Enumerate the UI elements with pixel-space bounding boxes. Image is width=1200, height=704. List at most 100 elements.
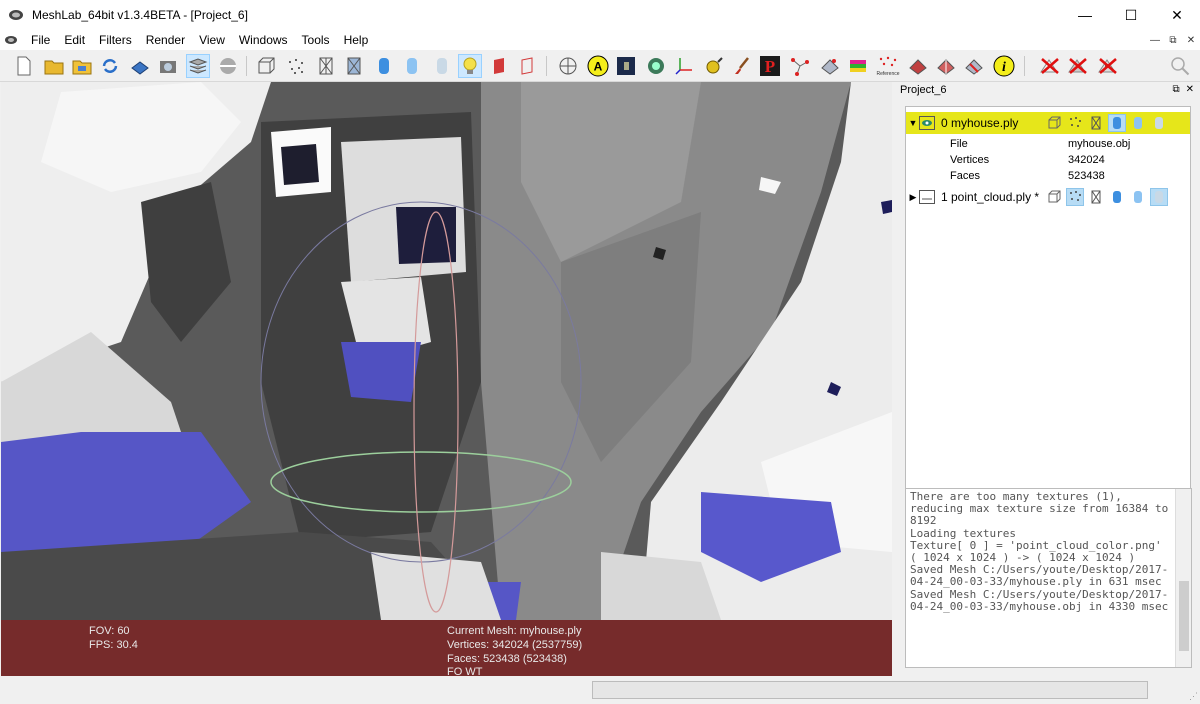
- prop-vertices-value: 342024: [1068, 154, 1105, 166]
- faces-label: Faces: 523438 (523438): [447, 653, 567, 665]
- info-overlay: FOV: 60 FPS: 30.4 Current Mesh: myhouse.…: [1, 620, 892, 676]
- points-icon[interactable]: [284, 54, 308, 78]
- measure-icon[interactable]: [702, 54, 726, 78]
- mdi-close-button[interactable]: ✕: [1184, 35, 1198, 46]
- menu-render[interactable]: Render: [139, 33, 192, 47]
- fps-label: FPS: 30.4: [89, 639, 138, 651]
- maximize-button[interactable]: ☐: [1108, 0, 1154, 30]
- render-icon[interactable]: [614, 54, 638, 78]
- menu-filters[interactable]: Filters: [92, 33, 139, 47]
- collapse-arrow-icon[interactable]: ▼: [907, 118, 919, 128]
- layer-row-point-cloud[interactable]: ▶ 1 point_cloud.ply *: [906, 186, 1190, 208]
- info-icon[interactable]: i: [992, 54, 1016, 78]
- transform-icon[interactable]: [818, 54, 842, 78]
- hidden-lines-icon[interactable]: [342, 54, 366, 78]
- panel-float-button[interactable]: ⧉: [1172, 84, 1179, 95]
- project-panel: Project_6 ⧉ ✕ ▼ 0 myhouse.ply File myhou…: [896, 82, 1200, 676]
- status-bar: ⋰: [0, 676, 1200, 704]
- extra-label: FO WT: [447, 666, 483, 676]
- pickpoint-glyph: P: [765, 57, 775, 76]
- layer-row-myhouse[interactable]: ▼ 0 myhouse.ply: [906, 112, 1190, 134]
- vertices-label: Vertices: 342024 (2537759): [447, 639, 583, 651]
- title-bar: MeshLab_64bit v1.3.4BETA - [Project_6] —…: [0, 0, 1200, 30]
- menu-edit[interactable]: Edit: [57, 33, 92, 47]
- prop-file-key: File: [950, 138, 968, 150]
- reference-label: Reference: [876, 71, 899, 77]
- reference-icon[interactable]: Reference: [876, 54, 900, 78]
- align-icon[interactable]: [788, 54, 812, 78]
- backface-icon[interactable]: [488, 54, 512, 78]
- panel-close-button[interactable]: ✕: [1186, 84, 1194, 95]
- prop-faces-key: Faces: [950, 170, 980, 182]
- layer-name: 1 point_cloud.ply *: [941, 190, 1040, 204]
- raster-icon[interactable]: [216, 54, 240, 78]
- menu-tools[interactable]: Tools: [295, 33, 337, 47]
- menu-file[interactable]: File: [24, 33, 57, 47]
- pickpoint-icon[interactable]: P: [758, 54, 782, 78]
- menu-view[interactable]: View: [192, 33, 232, 47]
- layers-icon[interactable]: [186, 54, 210, 78]
- color-icon[interactable]: [846, 54, 870, 78]
- 3d-viewport[interactable]: FOV: 60 FPS: 30.4 Current Mesh: myhouse.…: [1, 82, 892, 676]
- info-glyph: i: [1002, 60, 1006, 75]
- minimize-button[interactable]: —: [1062, 0, 1108, 30]
- visibility-eye-icon[interactable]: [919, 116, 935, 130]
- window-title: MeshLab_64bit v1.3.4BETA - [Project_6]: [32, 8, 248, 22]
- log-text: There are too many textures (1), reducin…: [910, 490, 1169, 613]
- open-icon[interactable]: [42, 54, 66, 78]
- prop-vertices-key: Vertices: [950, 154, 990, 166]
- trackball-icon[interactable]: [556, 54, 580, 78]
- menu-help[interactable]: Help: [337, 33, 376, 47]
- flat-toggle-icon[interactable]: [1108, 114, 1126, 132]
- smooth-shading-icon[interactable]: [400, 54, 424, 78]
- delete-both-icon[interactable]: [1096, 54, 1120, 78]
- save-icon[interactable]: [128, 54, 152, 78]
- points-toggle-icon[interactable]: [1066, 114, 1084, 132]
- texture-icon[interactable]: [430, 54, 454, 78]
- delete-vertices-icon[interactable]: [1038, 54, 1062, 78]
- search-icon[interactable]: [1168, 54, 1192, 78]
- log-vscrollbar[interactable]: [1175, 489, 1191, 667]
- new-icon[interactable]: [12, 54, 36, 78]
- paint-icon[interactable]: [730, 54, 754, 78]
- bbox-toggle-icon[interactable]: [1045, 188, 1063, 206]
- panel-title: Project_6: [900, 84, 947, 96]
- wire-toggle-icon[interactable]: [1087, 188, 1105, 206]
- mdi-minimize-button[interactable]: —: [1148, 35, 1162, 46]
- double-side-icon[interactable]: [516, 54, 540, 78]
- flat-toggle-icon[interactable]: [1108, 188, 1126, 206]
- wire-toggle-icon[interactable]: [1087, 114, 1105, 132]
- mdi-restore-button[interactable]: ⧉: [1166, 35, 1180, 46]
- expand-arrow-icon[interactable]: ▶: [907, 192, 919, 203]
- mdi-document-icon[interactable]: [4, 33, 18, 47]
- flat-shading-icon[interactable]: [372, 54, 396, 78]
- reload-icon[interactable]: [98, 54, 122, 78]
- edit-mesh-icon[interactable]: [906, 54, 930, 78]
- smooth-toggle-icon[interactable]: [1129, 114, 1147, 132]
- bbox-toggle-icon[interactable]: [1045, 114, 1063, 132]
- delete-faces-icon[interactable]: [1066, 54, 1090, 78]
- texture-toggle-icon[interactable]: [1150, 114, 1168, 132]
- edit-select-icon[interactable]: [962, 54, 986, 78]
- menu-windows[interactable]: Windows: [232, 33, 295, 47]
- layer-list: ▼ 0 myhouse.ply File myhouse.obj Vertice…: [905, 106, 1191, 552]
- wireframe-icon[interactable]: [314, 54, 338, 78]
- lighting-icon[interactable]: [458, 54, 482, 78]
- text-annotation-icon[interactable]: A: [586, 54, 610, 78]
- select-icon[interactable]: [934, 54, 958, 78]
- axis-icon[interactable]: [672, 54, 696, 78]
- visibility-eye-icon[interactable]: [919, 190, 935, 204]
- points-toggle-icon[interactable]: [1066, 188, 1084, 206]
- globe-icon[interactable]: [644, 54, 668, 78]
- smooth-toggle-icon[interactable]: [1129, 188, 1147, 206]
- snapshot-icon[interactable]: [156, 54, 180, 78]
- current-mesh-label: Current Mesh: myhouse.ply: [447, 625, 582, 637]
- close-button[interactable]: ✕: [1154, 0, 1200, 30]
- resize-grip-icon[interactable]: ⋰: [1189, 691, 1198, 702]
- mesh-render: [1, 82, 892, 620]
- open-project-icon[interactable]: [70, 54, 94, 78]
- texture-toggle-icon[interactable]: [1150, 188, 1168, 206]
- meshlab-logo-icon: [9, 10, 23, 20]
- text-annotation-glyph: A: [594, 60, 603, 74]
- bounding-box-icon[interactable]: [254, 54, 278, 78]
